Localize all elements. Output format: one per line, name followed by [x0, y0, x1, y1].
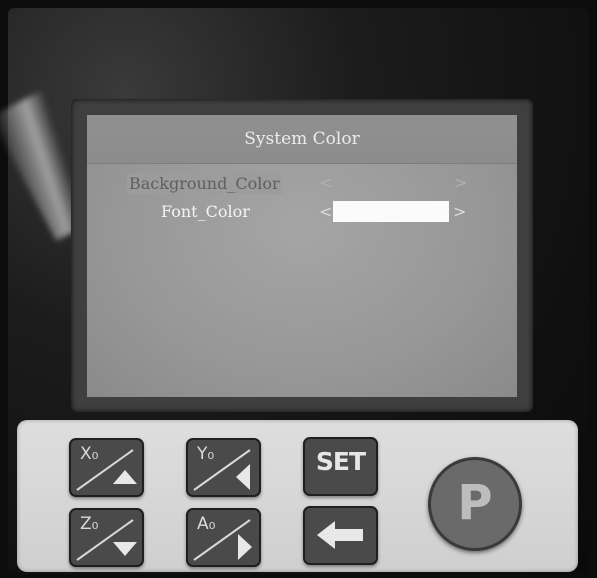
arrow-down-icon [76, 519, 137, 561]
background-color-prev-arrow[interactable]: < [319, 173, 332, 192]
font-color-prev-arrow[interactable]: < [319, 202, 332, 221]
p-label: P [457, 475, 493, 531]
arrow-left-icon [193, 449, 251, 491]
font-color-next-arrow[interactable]: > [453, 202, 466, 221]
back-arrow-icon [317, 521, 363, 549]
screen-title: System Color [244, 129, 360, 149]
menu-item-font-color[interactable]: Font_Color [161, 202, 250, 221]
y0-left-button[interactable]: Y₀ [186, 438, 261, 497]
x0-up-button[interactable]: X₀ [69, 438, 144, 497]
lcd-screen: System Color Background_Color < > Font_C… [87, 115, 517, 397]
set-label: SET [315, 447, 366, 476]
back-button[interactable] [303, 506, 378, 565]
set-button[interactable]: SET [303, 437, 378, 496]
arrow-up-icon [76, 449, 137, 491]
p-button[interactable]: P [428, 457, 522, 551]
menu-item-background-color[interactable]: Background_Color [127, 173, 282, 194]
background-color-next-arrow[interactable]: > [454, 173, 467, 192]
z0-down-button[interactable]: Z₀ [69, 508, 144, 567]
font-color-swatch [333, 201, 449, 222]
a0-right-button[interactable]: A₀ [186, 508, 261, 567]
arrow-right-icon [193, 519, 252, 561]
